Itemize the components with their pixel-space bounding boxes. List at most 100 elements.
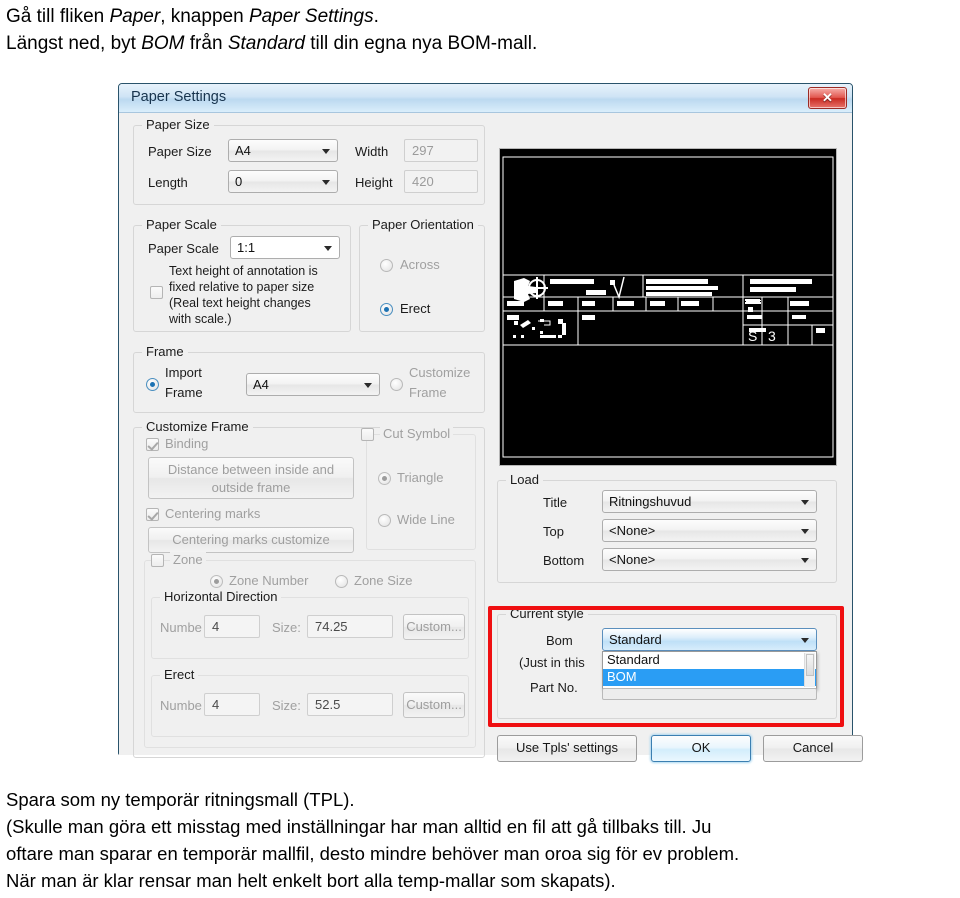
cad-title-block-drawing: S 3 [500,149,836,465]
paper-size-combo[interactable]: A4 [228,139,338,162]
outro-line-3: oftare man sparar en temporär mallfil, d… [6,843,740,864]
chevron-down-icon [322,149,330,154]
zone-size-label: Zone Size [354,573,413,588]
customize-frame-radio[interactable] [390,378,403,391]
instruction-1-emphasis-paper: Paper [109,6,161,27]
instruction-2-part-e: till din egna nya BOM-mall. [304,33,538,54]
bom-style-dropdown-list[interactable]: Standard BOM [602,651,817,689]
zone-checkbox[interactable] [151,554,164,567]
horizontal-number-input[interactable]: 4 [204,615,260,638]
width-label: Width [355,144,389,159]
text-height-fixed-checkbox[interactable] [150,286,163,299]
dialog-title: Paper Settings [131,89,227,105]
instruction-2-emphasis-bom: BOM [141,33,185,54]
just-in-this-label: (Just in this [519,655,585,670]
height-label: Height [355,175,393,190]
zone-number-radio[interactable] [210,575,223,588]
horizontal-size-label: Size: [272,620,301,635]
wide-line-radio[interactable] [378,514,391,527]
close-icon[interactable]: ✕ [808,87,847,109]
bom-style-combo[interactable]: Standard [602,628,817,651]
bom-style-value: Standard [609,632,662,647]
zone-label: Zone [170,552,206,567]
part-no-combo-partial[interactable] [602,688,817,700]
distance-between-frames-button[interactable]: Distance between inside and outside fram… [148,457,354,499]
instruction-1-part-a: Gå till fliken [6,6,110,27]
load-legend: Load [506,472,543,487]
erect-zone-legend: Erect [160,667,199,682]
outro-line-1: Spara som ny temporär ritningsmall (TPL)… [6,789,355,810]
instruction-line-1: Gå till fliken Paper, knappen Paper Sett… [6,4,379,30]
instruction-line-2: Längst ned, byt BOM från Standard till d… [6,31,537,57]
paper-size-label: Paper Size [148,144,212,159]
drawing-preview: S 3 [499,148,837,466]
paper-settings-dialog: Paper Settings ✕ Paper Size Paper Size A… [118,83,863,762]
erect-size-input[interactable]: 52.5 [307,693,393,716]
erect-label: Erect [400,301,431,316]
ok-button[interactable]: OK [651,735,751,762]
cancel-button[interactable]: Cancel [763,735,863,762]
current-style-legend: Current style [506,606,588,621]
horizontal-direction-group: Horizontal Direction Numbe 4 Size: 74.25… [151,589,469,659]
dropdown-option-standard[interactable]: Standard [603,652,816,669]
customize-frame-label-line1: Customize [409,365,471,380]
length-combo[interactable]: 0 [228,170,338,193]
outro-paragraph: Spara som ny temporär ritningsmall (TPL)… [6,786,956,894]
horizontal-direction-legend: Horizontal Direction [160,589,282,604]
page-root: Gå till fliken Paper, knappen Paper Sett… [0,0,960,898]
import-frame-label-line1: Import [165,365,202,380]
erect-radio[interactable] [380,303,393,316]
paper-orientation-group: Paper Orientation Across Erect [359,217,485,332]
erect-number-input[interactable]: 4 [204,693,260,716]
erect-zone-group: Erect Numbe 4 Size: 52.5 Custom... [151,667,469,737]
instruction-2-part-c: från [184,33,228,54]
paper-size-combo-value: A4 [235,143,251,158]
width-input[interactable]: 297 [404,139,478,162]
distance-button-line2: outside frame [211,480,291,495]
zone-size-radio[interactable] [335,575,348,588]
load-bottom-combo[interactable]: <None> [602,548,817,571]
load-top-value: <None> [609,523,656,538]
cut-symbol-label: Cut Symbol [380,426,454,441]
customize-frame-group: Customize Frame Binding Distance between… [133,419,485,758]
horizontal-custom-button[interactable]: Custom... [403,614,465,640]
frame-combo-value: A4 [253,377,269,392]
load-top-combo[interactable]: <None> [602,519,817,542]
paper-size-legend: Paper Size [142,117,214,132]
dialog-titlebar[interactable]: Paper Settings ✕ [119,84,852,113]
frame-group: Frame Import Frame A4 Customize Frame [133,344,485,413]
dropdown-scrollbar-thumb[interactable] [806,654,814,676]
horizontal-size-input[interactable]: 74.25 [307,615,393,638]
centering-marks-checkbox[interactable] [146,508,159,521]
horizontal-number-label: Numbe [160,620,202,635]
preview-char-3: 3 [768,328,776,344]
load-bottom-label: Bottom [543,553,585,568]
cut-symbol-checkbox[interactable] [361,428,374,441]
binding-label: Binding [165,436,209,451]
paper-scale-combo[interactable]: 1:1 [230,236,340,259]
use-tpls-settings-button[interactable]: Use Tpls' settings [497,735,637,762]
load-top-label: Top [543,524,564,539]
dialog-body: Paper Size Paper Size A4 Length 0 Width … [119,113,863,762]
dropdown-option-bom[interactable]: BOM [603,669,816,686]
load-group: Load Title Ritningshuvud Top <None> Bott… [497,472,837,583]
text-height-line-3: (Real text height changes [169,296,311,310]
height-input[interactable]: 420 [404,170,478,193]
across-radio[interactable] [380,259,393,272]
triangle-radio[interactable] [378,472,391,485]
import-frame-radio[interactable] [146,378,159,391]
wide-line-label: Wide Line [397,512,455,527]
binding-checkbox[interactable] [146,438,159,451]
erect-custom-button[interactable]: Custom... [403,692,465,718]
load-title-combo[interactable]: Ritningshuvud [602,490,817,513]
triangle-label: Triangle [397,470,444,485]
instruction-1-part-e: . [373,6,379,27]
instruction-2-part-a: Längst ned, byt [6,33,142,54]
outro-line-4: När man är klar rensar man helt enkelt b… [6,870,616,891]
chevron-down-icon [801,529,809,534]
centering-marks-customize-button[interactable]: Centering marks customize [148,527,354,553]
bom-label: Bom [546,633,573,648]
dropdown-scrollbar[interactable] [804,653,815,687]
preview-char-s: S [748,328,757,344]
frame-combo[interactable]: A4 [246,373,380,396]
